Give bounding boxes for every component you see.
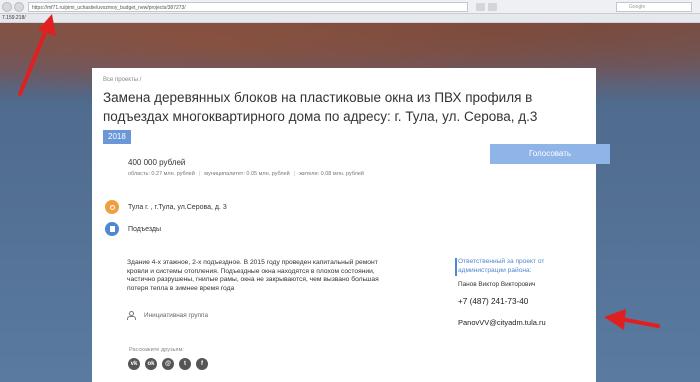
- contact-email[interactable]: PanovVV@cityadm.tula.ru: [458, 318, 546, 327]
- budget-region: область: 0.27 млн. рублей: [128, 171, 195, 177]
- mailru-icon[interactable]: @: [162, 358, 174, 370]
- facebook-icon[interactable]: f: [196, 358, 208, 370]
- person-icon: [127, 311, 136, 320]
- bookmarks-bar: 7.159.218/: [0, 14, 700, 23]
- vote-button[interactable]: Голосовать: [490, 144, 610, 164]
- project-description: Здание 4-х этажное, 2-х подъездное. В 20…: [127, 259, 379, 292]
- reload-icon[interactable]: [476, 2, 485, 11]
- year-badge: 2018: [103, 130, 131, 144]
- share-label: Расскажите друзьям:: [129, 347, 184, 353]
- address-text: Тула г. , г.Тула, ул.Серова, д. 3: [128, 203, 227, 211]
- category-row: Подъезды: [105, 222, 161, 236]
- toolbar-icons: [476, 2, 497, 11]
- budget-breakdown: область: 0.27 млн. рублей | муниципалите…: [128, 171, 364, 177]
- contact-heading: Ответственный за проект от администрации…: [458, 258, 545, 274]
- contact-name: Панов Виктор Викторович: [458, 281, 536, 288]
- social-share-buttons: vk ok @ t f: [128, 358, 208, 370]
- vk-icon[interactable]: vk: [128, 358, 140, 370]
- page-title: Замена деревянных блоков на пластиковые …: [103, 90, 538, 124]
- forward-icon[interactable]: [14, 1, 24, 12]
- divider: |: [198, 171, 201, 177]
- search-input[interactable]: Google: [616, 2, 692, 12]
- divider: |: [293, 171, 296, 177]
- budget-municipality: муниципалитет: 0.05 млн. рублей: [204, 171, 290, 177]
- document-icon: [105, 222, 119, 236]
- category-text: Подъезды: [128, 225, 161, 233]
- odnoklassniki-icon[interactable]: ok: [145, 358, 157, 370]
- budget-amount: 400 000 рублей: [128, 158, 186, 167]
- back-icon[interactable]: [2, 1, 12, 12]
- project-card: Все проекты / Замена деревянных блоков н…: [92, 68, 610, 382]
- breadcrumb[interactable]: Все проекты /: [103, 77, 141, 83]
- stop-icon[interactable]: [488, 2, 497, 11]
- initiative-group-label: Инициативная группа: [144, 312, 209, 319]
- browser-toolbar: https://mf71.ru/pimi_uchastie/uvozmoy_bu…: [0, 0, 700, 14]
- budget-residents: жители: 0.08 млн. рублей: [299, 171, 364, 177]
- twitter-icon[interactable]: t: [179, 358, 191, 370]
- contact-accent-bar: [455, 258, 457, 276]
- initiative-group: Инициативная группа: [127, 311, 208, 320]
- address-bar[interactable]: https://mf71.ru/pimi_uchastie/uvozmoy_bu…: [28, 1, 468, 12]
- location-pin-icon: [105, 200, 119, 214]
- contact-phone: +7 (487) 241-73-40: [458, 297, 529, 306]
- responsible-contact: Ответственный за проект от администрации…: [455, 258, 588, 327]
- address-row: Тула г. , г.Тула, ул.Серова, д. 3: [105, 200, 227, 214]
